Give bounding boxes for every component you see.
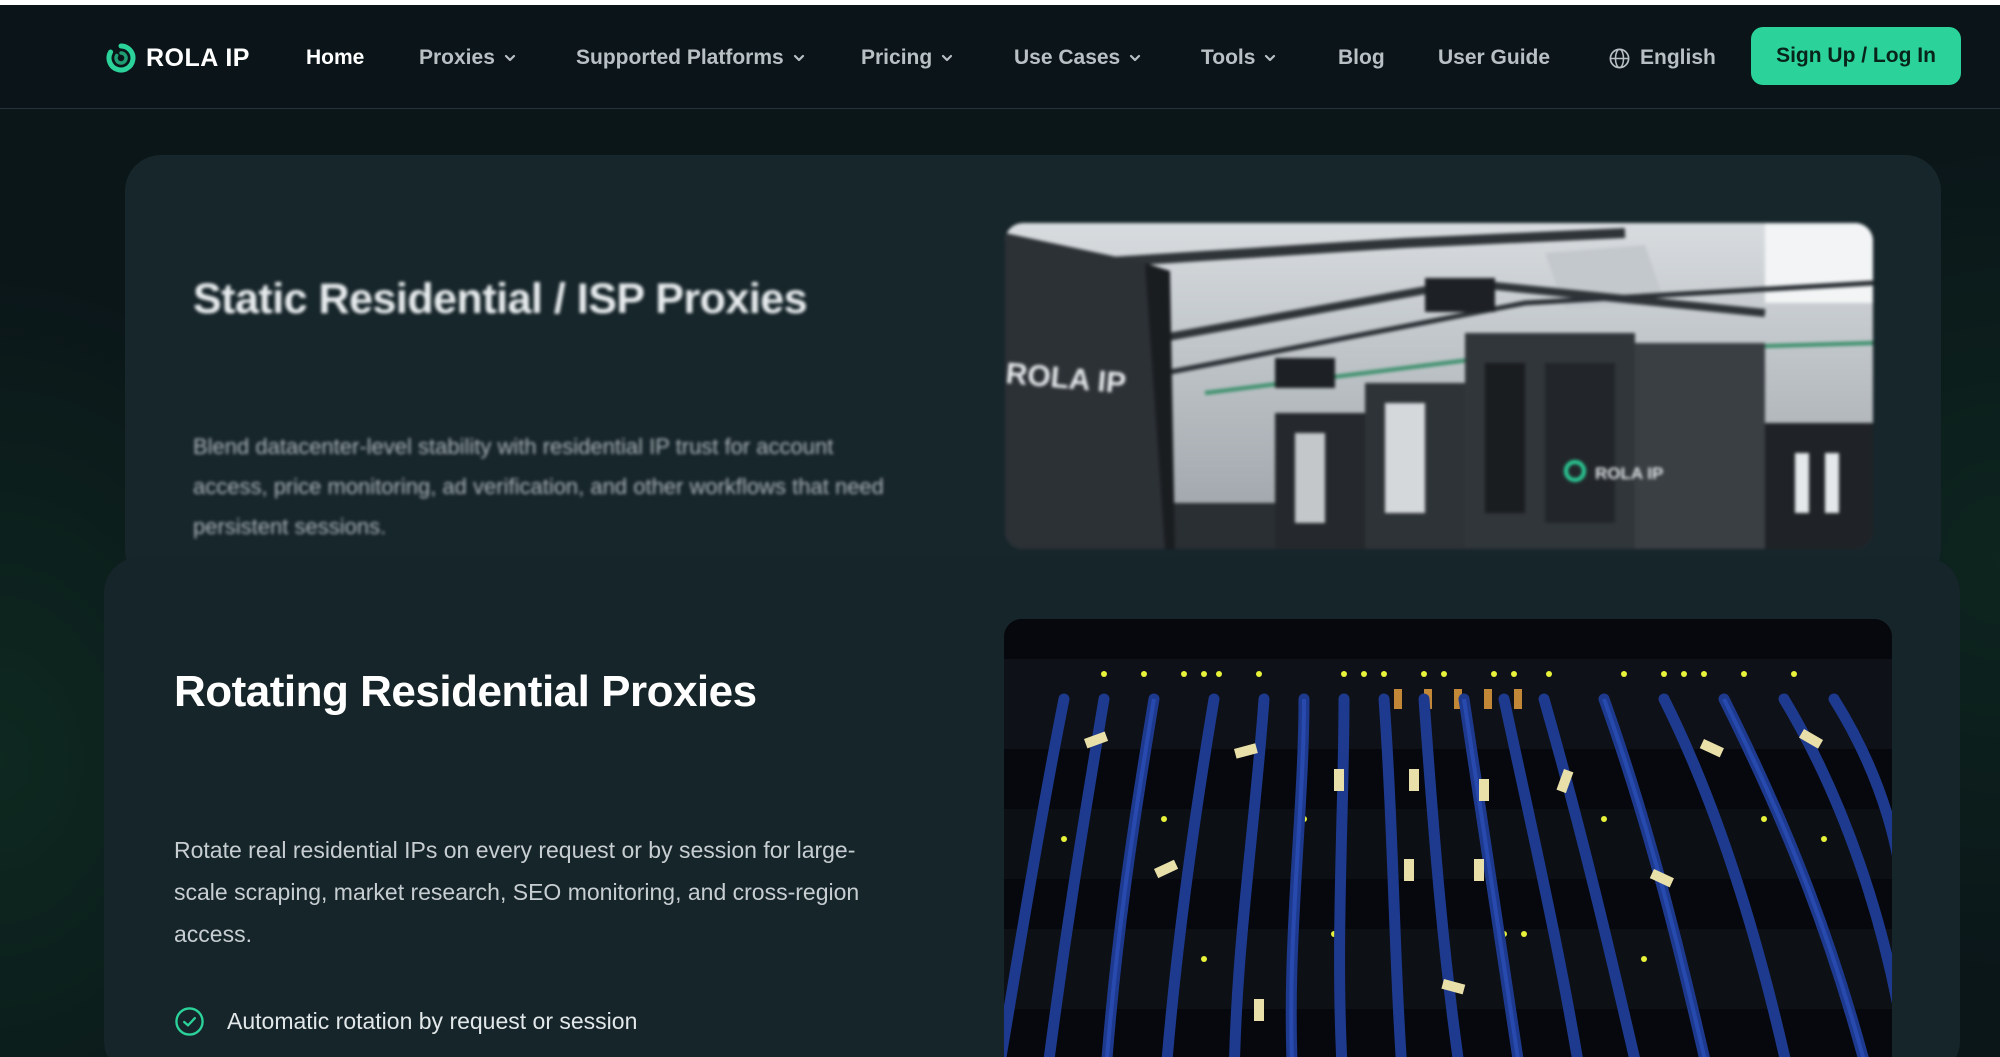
- network-cables-illustration: [1004, 619, 1892, 1057]
- nav-use-cases[interactable]: Use Cases: [1014, 43, 1141, 73]
- nav-home[interactable]: Home: [306, 43, 364, 73]
- card-rotating-residential: Rotating Residential Proxies Rotate real…: [104, 557, 1960, 1057]
- server-room-photo: ROLA IP ROLA IP: [1005, 223, 1873, 549]
- page: ROLA IP Home Proxies Supported Platforms…: [0, 0, 2000, 1057]
- nav-user-guide-label: User Guide: [1438, 46, 1551, 69]
- chevron-down-icon: [1265, 54, 1276, 62]
- feature-text: Automatic rotation by request or session: [227, 1007, 638, 1034]
- nav-pricing-label: Pricing: [861, 46, 933, 69]
- language-selector[interactable]: English: [1608, 43, 1716, 73]
- logo-text: ROLA IP: [146, 43, 250, 72]
- chevron-down-icon: [504, 54, 515, 62]
- navbar: ROLA IP Home Proxies Supported Platforms…: [0, 5, 2000, 109]
- nav-home-label: Home: [306, 46, 365, 69]
- card-rotating-title: Rotating Residential Proxies: [174, 667, 757, 716]
- nav-supported-platforms[interactable]: Supported Platforms: [576, 43, 805, 73]
- nav-tools[interactable]: Tools: [1201, 43, 1276, 73]
- rola-logo-icon: [106, 43, 136, 73]
- nav-user-guide[interactable]: User Guide: [1438, 43, 1550, 73]
- nav-tools-label: Tools: [1201, 46, 1256, 69]
- card-static-description: Blend datacenter-level stability with re…: [193, 434, 884, 539]
- card-static-residential: Static Residential / ISP Proxies Blend d…: [125, 155, 1941, 585]
- logo[interactable]: ROLA IP: [106, 41, 250, 75]
- language-label: English: [1640, 46, 1716, 69]
- server-rack-logo-text-2: ROLA IP: [1595, 464, 1663, 483]
- globe-icon: [1609, 48, 1630, 68]
- nav-use-cases-label: Use Cases: [1014, 46, 1121, 69]
- chevron-down-icon: [942, 54, 953, 62]
- check-circle-icon: [175, 1006, 204, 1036]
- chevron-down-icon: [793, 54, 804, 62]
- card-rotating-description: Rotate real residential IPs on every req…: [174, 837, 860, 947]
- nav-proxies[interactable]: Proxies: [419, 43, 516, 73]
- chevron-down-icon: [1130, 54, 1141, 62]
- nav-blog[interactable]: Blog: [1338, 43, 1385, 73]
- nav-blog-label: Blog: [1338, 46, 1385, 69]
- nav-proxies-label: Proxies: [419, 46, 495, 69]
- nav-supported-platforms-label: Supported Platforms: [576, 46, 784, 69]
- feature-item: Automatic rotation by request or session: [174, 1004, 637, 1038]
- signup-login-button[interactable]: Sign Up / Log In: [1751, 27, 1961, 85]
- network-cables-photo: [1004, 619, 1892, 1057]
- nav-pricing[interactable]: Pricing: [861, 43, 953, 73]
- server-room-illustration: ROLA IP ROLA IP: [1005, 223, 1873, 549]
- card-static-title: Static Residential / ISP Proxies: [193, 275, 808, 323]
